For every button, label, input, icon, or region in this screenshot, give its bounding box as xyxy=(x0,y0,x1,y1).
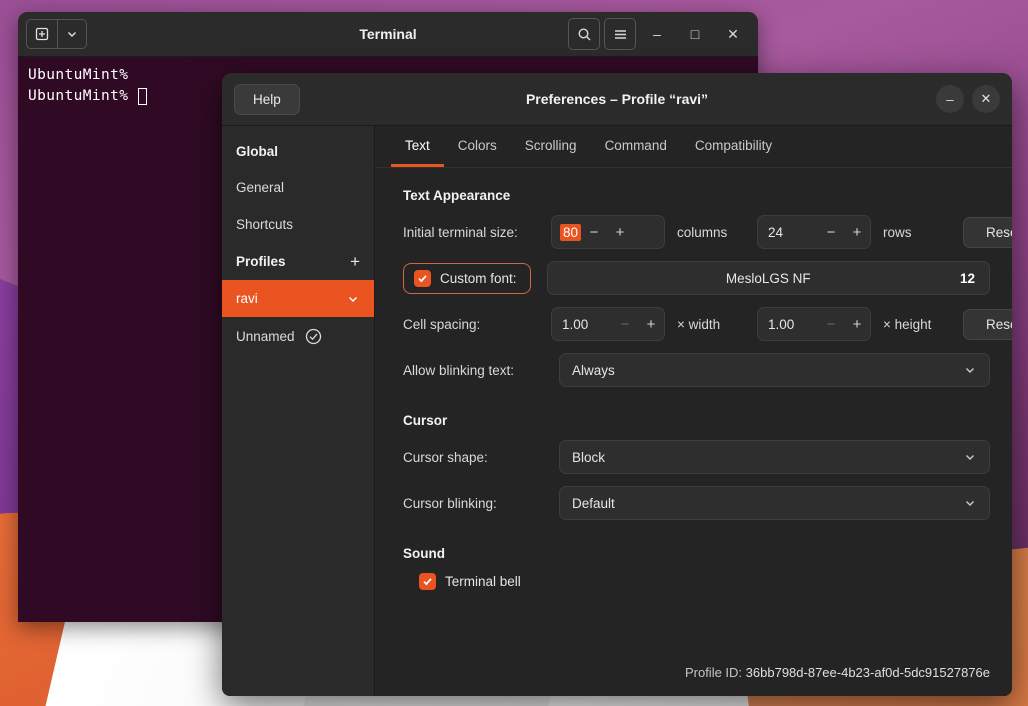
row-initial-terminal-size: Initial terminal size: 80 − + columns 24… xyxy=(403,215,990,249)
plus-icon[interactable]: + xyxy=(350,253,360,270)
columns-decrement-button[interactable]: − xyxy=(581,225,607,240)
terminal-prompt: UbuntuMint% xyxy=(28,86,128,107)
cell-height-input[interactable]: 1.00 xyxy=(758,317,818,332)
cursor-blinking-label: Cursor blinking: xyxy=(403,496,543,511)
search-icon[interactable] xyxy=(568,18,600,50)
font-chooser-button[interactable]: MesloLGS NF 12 xyxy=(547,261,990,295)
check-circle-icon[interactable] xyxy=(305,328,322,345)
row-cell-spacing: Cell spacing: 1.00 − + × width 1.00 − + … xyxy=(403,307,990,341)
terminal-close-button[interactable]: ✕ xyxy=(716,19,750,49)
terminal-bell-checkbox[interactable] xyxy=(419,573,436,590)
columns-increment-button[interactable]: + xyxy=(607,225,633,240)
help-button[interactable]: Help xyxy=(234,84,300,115)
sidebar-item-shortcuts-label: Shortcuts xyxy=(236,217,293,232)
cell-width-increment-button[interactable]: + xyxy=(638,317,664,332)
cell-width-input[interactable]: 1.00 xyxy=(552,317,612,332)
terminal-block-cursor xyxy=(138,88,147,105)
font-name-value: MesloLGS NF xyxy=(548,271,989,286)
sidebar-header-global: Global xyxy=(222,134,374,169)
tab-command[interactable]: Command xyxy=(591,126,681,167)
terminal-maximize-button[interactable]: □ xyxy=(678,19,712,49)
sidebar-item-profile-unnamed[interactable]: Unnamed xyxy=(222,317,374,356)
preferences-dialog: Help Preferences – Profile “ravi” – ✕ Gl… xyxy=(222,73,1012,696)
cell-height-stepper[interactable]: 1.00 − + xyxy=(757,307,871,341)
preferences-tabs: Text Colors Scrolling Command Compatibil… xyxy=(375,126,1012,168)
cell-height-unit-label: × height xyxy=(879,317,955,332)
tab-compatibility[interactable]: Compatibility xyxy=(681,126,786,167)
cell-width-decrement-button[interactable]: − xyxy=(612,317,638,332)
cell-width-unit-label: × width xyxy=(673,317,749,332)
rows-decrement-button[interactable]: − xyxy=(818,225,844,240)
reset-terminal-size-button[interactable]: Reset xyxy=(963,217,1012,248)
allow-blinking-text-value: Always xyxy=(572,363,615,378)
preferences-headerbar: Help Preferences – Profile “ravi” – ✕ xyxy=(222,73,1012,126)
sidebar-header-global-label: Global xyxy=(236,144,278,159)
rows-increment-button[interactable]: + xyxy=(844,225,870,240)
tab-dropdown-chevron-down-icon[interactable] xyxy=(58,19,87,49)
preferences-close-button[interactable]: ✕ xyxy=(972,85,1000,113)
sidebar-item-profile-ravi[interactable]: ravi xyxy=(222,280,374,317)
sidebar-header-profiles: Profiles + xyxy=(222,243,374,280)
terminal-minimize-button[interactable]: – xyxy=(640,19,674,49)
row-allow-blinking-text: Allow blinking text: Always xyxy=(403,353,990,387)
profile-id-label: Profile ID: xyxy=(685,665,742,680)
columns-unit-label: columns xyxy=(673,225,749,240)
row-cursor-blinking: Cursor blinking: Default xyxy=(403,486,990,520)
custom-font-checkbox-group[interactable]: Custom font: xyxy=(403,263,531,294)
custom-font-checkbox[interactable] xyxy=(414,270,431,287)
sidebar-header-profiles-label: Profiles xyxy=(236,254,286,269)
new-tab-icon[interactable] xyxy=(26,19,58,49)
sidebar-item-profile-ravi-label: ravi xyxy=(236,291,258,306)
allow-blinking-text-label: Allow blinking text: xyxy=(403,363,543,378)
reset-cell-spacing-button[interactable]: Reset xyxy=(963,309,1012,340)
cursor-shape-label: Cursor shape: xyxy=(403,450,543,465)
cell-spacing-label: Cell spacing: xyxy=(403,317,543,332)
terminal-titlebar: Terminal – □ ✕ xyxy=(18,12,758,57)
section-title-cursor: Cursor xyxy=(403,413,990,428)
hamburger-menu-icon[interactable] xyxy=(604,18,636,50)
cell-height-increment-button[interactable]: + xyxy=(844,317,870,332)
terminal-bell-label: Terminal bell xyxy=(445,574,521,589)
row-custom-font: Custom font: MesloLGS NF 12 xyxy=(403,261,990,295)
allow-blinking-text-select[interactable]: Always xyxy=(559,353,990,387)
cell-height-decrement-button[interactable]: − xyxy=(818,317,844,332)
font-size-value: 12 xyxy=(960,271,975,286)
sidebar-item-profile-unnamed-label: Unnamed xyxy=(236,329,295,344)
preferences-minimize-button[interactable]: – xyxy=(936,85,964,113)
initial-terminal-size-label: Initial terminal size: xyxy=(403,225,543,240)
cursor-shape-value: Block xyxy=(572,450,605,465)
row-cursor-shape: Cursor shape: Block xyxy=(403,440,990,474)
chevron-down-icon[interactable] xyxy=(346,292,360,306)
text-settings-panel: Text Appearance Initial terminal size: 8… xyxy=(375,168,1012,665)
rows-unit-label: rows xyxy=(879,225,955,240)
profile-id-value: 36bb798d-87ee-4b23-af0d-5dc91527876e xyxy=(746,665,990,680)
columns-input[interactable]: 80 xyxy=(560,224,581,241)
chevron-down-icon xyxy=(963,363,977,377)
cursor-shape-select[interactable]: Block xyxy=(559,440,990,474)
custom-font-label: Custom font: xyxy=(440,271,517,286)
rows-stepper[interactable]: 24 − + xyxy=(757,215,871,249)
terminal-bell-checkbox-group[interactable]: Terminal bell xyxy=(403,573,990,590)
sidebar-item-shortcuts[interactable]: Shortcuts xyxy=(222,206,374,243)
tab-scrolling[interactable]: Scrolling xyxy=(511,126,591,167)
cursor-blinking-select[interactable]: Default xyxy=(559,486,990,520)
cell-width-stepper[interactable]: 1.00 − + xyxy=(551,307,665,341)
preferences-title: Preferences – Profile “ravi” xyxy=(222,91,1012,107)
section-title-text-appearance: Text Appearance xyxy=(403,188,990,203)
chevron-down-icon xyxy=(963,450,977,464)
cursor-blinking-value: Default xyxy=(572,496,615,511)
tab-text[interactable]: Text xyxy=(391,126,444,167)
chevron-down-icon xyxy=(963,496,977,510)
rows-input[interactable]: 24 xyxy=(758,225,818,240)
tab-colors[interactable]: Colors xyxy=(444,126,511,167)
terminal-prompt: UbuntuMint% xyxy=(28,65,128,86)
sidebar-item-general[interactable]: General xyxy=(222,169,374,206)
columns-stepper[interactable]: 80 − + xyxy=(551,215,665,249)
sidebar-item-general-label: General xyxy=(236,180,284,195)
preferences-content: Text Colors Scrolling Command Compatibil… xyxy=(375,126,1012,696)
profile-id-footer: Profile ID: 36bb798d-87ee-4b23-af0d-5dc9… xyxy=(375,665,1012,696)
preferences-sidebar: Global General Shortcuts Profiles + ravi xyxy=(222,126,375,696)
section-title-sound: Sound xyxy=(403,546,990,561)
